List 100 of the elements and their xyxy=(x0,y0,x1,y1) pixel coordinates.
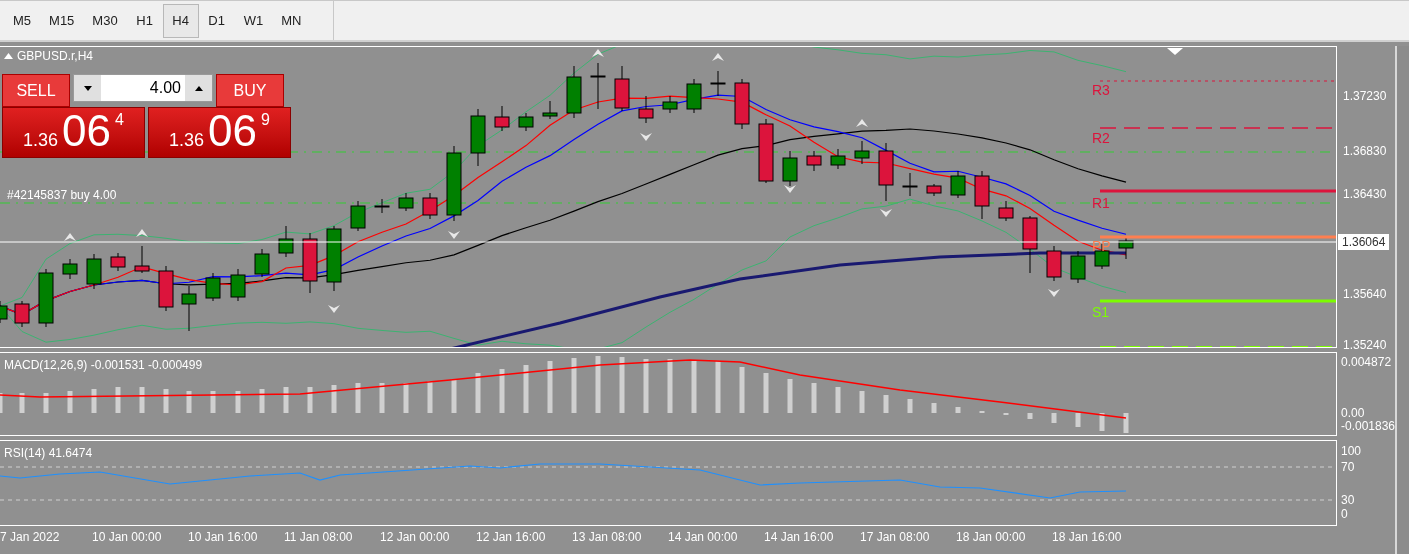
candlestick xyxy=(854,140,870,165)
candlestick xyxy=(302,232,318,294)
symbol-label: GBPUSD.r,H4 xyxy=(17,48,94,65)
histogram-bar xyxy=(259,389,265,413)
histogram-bar xyxy=(955,407,961,413)
price-axis-label: 1.35240 xyxy=(1343,339,1387,351)
candlestick xyxy=(254,248,270,278)
histogram-bar xyxy=(859,391,865,413)
timeframe-tab[interactable]: H4 xyxy=(162,3,199,38)
candlestick xyxy=(926,183,942,197)
candlestick xyxy=(110,252,126,272)
candlestick xyxy=(470,108,486,167)
fractal-arrow-icon xyxy=(880,209,892,217)
candlestick xyxy=(1022,215,1038,274)
histogram-bar xyxy=(163,389,169,413)
histogram-bar xyxy=(355,383,361,413)
histogram-bar xyxy=(571,358,577,413)
candlestick xyxy=(1070,250,1086,284)
candlestick xyxy=(806,150,822,172)
collapse-triangle-icon[interactable] xyxy=(4,53,13,59)
order-label: #42145837 buy 4.00 xyxy=(7,187,117,204)
pivot-label: R1 xyxy=(1092,196,1110,210)
histogram-bar xyxy=(19,393,25,413)
pivot-label: S1 xyxy=(1092,305,1110,319)
fractal-arrow-icon xyxy=(640,133,652,141)
histogram-bar xyxy=(331,385,337,413)
time-axis-label: 11 Jan 08:00 xyxy=(284,531,353,543)
histogram-bar xyxy=(283,387,289,413)
time-axis-label: 14 Jan 00:00 xyxy=(668,531,738,543)
candlestick xyxy=(998,200,1014,222)
time-axis-label: 14 Jan 16:00 xyxy=(764,531,834,543)
candlestick xyxy=(686,78,702,114)
timeframe-tab[interactable]: W1 xyxy=(234,3,273,38)
histogram-bar xyxy=(931,403,937,413)
histogram-bar xyxy=(91,389,97,413)
histogram-bar xyxy=(787,379,793,413)
candlestick xyxy=(518,112,534,132)
candlestick xyxy=(734,78,750,130)
price-axis-label: 1.36430 xyxy=(1343,188,1387,200)
price-axis-label: 1.37230 xyxy=(1343,90,1387,102)
candlestick xyxy=(638,95,654,124)
candlestick xyxy=(398,192,414,212)
fractal-arrow-icon xyxy=(856,119,868,127)
histogram-bar xyxy=(451,379,457,413)
histogram-bar xyxy=(67,391,73,413)
histogram-bar xyxy=(667,359,673,413)
timeframe-tab[interactable]: M5 xyxy=(4,3,41,38)
histogram-bar xyxy=(499,369,505,413)
timeframe-tab[interactable]: MN xyxy=(272,3,311,38)
buy-button[interactable]: BUY xyxy=(216,74,284,107)
rsi-label: RSI(14) 41.6474 xyxy=(4,445,93,462)
fractal-arrow-icon xyxy=(592,49,604,57)
candlestick xyxy=(158,265,174,312)
time-axis-label: 18 Jan 00:00 xyxy=(956,531,1026,543)
pivot-label: R3 xyxy=(1092,83,1110,97)
histogram-bar xyxy=(835,387,841,413)
time-axis-label: 18 Jan 16:00 xyxy=(1052,531,1122,543)
candlestick xyxy=(878,142,894,202)
histogram-bar xyxy=(1123,413,1129,433)
macd-axis-label: -0.001836 xyxy=(1341,420,1396,432)
time-axis-label: 12 Jan 16:00 xyxy=(476,531,546,543)
histogram-bar xyxy=(619,357,625,413)
timeframe-tab[interactable]: M15 xyxy=(40,3,84,38)
candlestick xyxy=(205,272,221,302)
histogram-bar xyxy=(1099,413,1105,431)
histogram-bar xyxy=(715,361,721,413)
fractal-arrow-icon xyxy=(64,233,76,241)
timeframe-tab[interactable]: D1 xyxy=(198,3,235,38)
histogram-bar xyxy=(210,391,216,413)
pivot-label: R2 xyxy=(1092,131,1110,145)
candlestick xyxy=(86,253,102,290)
histogram-bar xyxy=(307,387,313,413)
candlestick xyxy=(62,258,78,280)
timeframe-tab[interactable]: H1 xyxy=(126,3,163,38)
candlestick xyxy=(782,150,798,187)
candlestick xyxy=(1094,243,1110,270)
fractal-arrow-icon xyxy=(136,229,148,237)
time-axis-label: 13 Jan 08:00 xyxy=(572,531,642,543)
fractal-arrow-icon xyxy=(328,305,340,313)
histogram-bar xyxy=(763,373,769,413)
candlestick xyxy=(350,200,366,232)
sell-button[interactable]: SELL xyxy=(2,74,70,107)
histogram-bar xyxy=(427,381,433,413)
fractal-arrow-icon xyxy=(784,185,796,193)
time-axis-label: 7 Jan 2022 xyxy=(0,531,60,543)
candlestick xyxy=(134,245,150,274)
histogram-bar xyxy=(907,399,913,413)
shift-marker-icon[interactable] xyxy=(1167,48,1183,55)
histogram-bar xyxy=(139,387,145,413)
histogram-bar xyxy=(186,391,192,413)
rsi-axis-label: 30 xyxy=(1341,494,1355,506)
pivot-label: PP xyxy=(1092,239,1111,253)
histogram-bar xyxy=(475,373,481,413)
histogram-bar xyxy=(115,387,121,413)
rsi-axis-label: 0 xyxy=(1341,508,1348,520)
candlestick xyxy=(422,192,438,220)
rsi-axis-label: 70 xyxy=(1341,461,1355,473)
candlestick xyxy=(326,225,342,292)
fractal-arrow-icon xyxy=(712,53,724,61)
timeframe-tab[interactable]: M30 xyxy=(83,3,127,38)
